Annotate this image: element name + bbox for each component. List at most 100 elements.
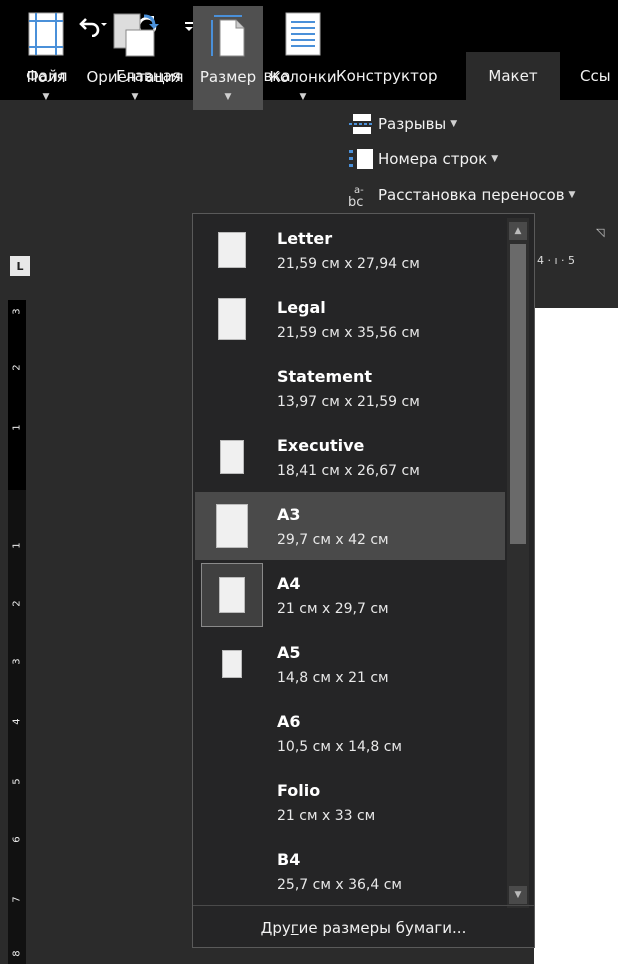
ruler-number: 8 — [11, 950, 23, 957]
paper-thumb-wrap — [201, 701, 263, 765]
hyphenation-button[interactable]: a-bc Расстановка переносов ▼ — [348, 181, 575, 209]
paper-thumb-wrap — [201, 494, 263, 558]
hyphenation-label: Расстановка переносов — [378, 186, 565, 204]
size-icon — [208, 12, 248, 62]
more-paper-sizes-button[interactable]: Другие размеры бумаги... — [193, 910, 534, 946]
paper-thumb-wrap — [201, 287, 263, 351]
page-icon — [222, 650, 242, 678]
more-sizes-accel: г — [290, 919, 299, 937]
ruler-margin — [8, 300, 26, 490]
ruler-number: 3 — [11, 658, 23, 665]
paper-size-item-folio[interactable]: Folio 21 см x 33 см — [195, 768, 505, 836]
paper-size-dimensions: 21 см x 29,7 см — [277, 601, 389, 617]
chevron-down-icon: ▼ — [42, 92, 50, 102]
paper-size-name: Folio — [277, 781, 321, 800]
chevron-down-icon: ▼ — [131, 92, 139, 102]
paper-thumb-wrap — [201, 839, 263, 903]
paper-size-item-a4[interactable]: A4 21 см x 29,7 см — [195, 561, 505, 629]
ruler-number: 2 — [11, 364, 23, 371]
tab-selector-icon[interactable]: L — [10, 256, 30, 276]
tab-layout[interactable]: Макет — [466, 52, 560, 100]
paper-size-name: B4 — [277, 850, 301, 869]
paper-size-name: A3 — [277, 505, 301, 524]
paper-size-name: Executive — [277, 436, 365, 455]
orientation-button[interactable]: Ориентация ▼ — [82, 6, 188, 110]
page-icon — [216, 504, 248, 548]
page-icon — [219, 577, 245, 613]
chevron-down-icon: ▼ — [450, 119, 458, 129]
scroll-up-icon[interactable]: ▲ — [509, 222, 527, 240]
chevron-down-icon: ▼ — [299, 92, 307, 102]
paper-size-dropdown: Letter 21,59 см x 27,94 см Legal 21,59 с… — [192, 213, 535, 948]
ruler-number: 1 — [11, 424, 23, 431]
dropdown-scrollbar[interactable]: ▲ ▼ — [507, 218, 529, 908]
paper-size-item-b4[interactable]: B4 25,7 см x 36,4 см — [195, 837, 505, 905]
ruler-number: 4 — [11, 718, 23, 725]
paper-size-dimensions: 29,7 см x 42 см — [277, 532, 389, 548]
chevron-down-icon: ▼ — [224, 92, 232, 102]
paper-size-item-a5[interactable]: A5 14,8 см x 21 см — [195, 630, 505, 698]
orientation-icon — [110, 12, 160, 62]
paper-thumb-wrap — [201, 425, 263, 489]
ruler-number: 7 — [11, 896, 23, 903]
margins-icon — [28, 12, 64, 60]
paper-thumb-wrap — [201, 356, 263, 420]
columns-button[interactable]: Колонки ▼ — [264, 6, 342, 110]
columns-label: Колонки — [269, 68, 337, 86]
paper-size-item-a3[interactable]: A3 29,7 см x 42 см — [195, 492, 505, 560]
tab-references[interactable]: Ссы — [580, 52, 611, 100]
dialog-launcher-icon[interactable]: ◹ — [596, 226, 604, 239]
vertical-ruler: 3 2 1 1 2 3 4 5 6 7 8 — [8, 300, 26, 964]
paper-size-name: A6 — [277, 712, 301, 731]
paper-thumb-wrap — [201, 218, 263, 282]
paper-size-item-legal[interactable]: Legal 21,59 см x 35,56 см — [195, 285, 505, 353]
line-numbers-button[interactable]: Номера строк ▼ — [348, 145, 498, 173]
paper-size-item-a6[interactable]: A6 10,5 см x 14,8 см — [195, 699, 505, 767]
margins-label: Поля — [26, 68, 66, 86]
hyphenation-icon: a-bc — [348, 183, 374, 207]
size-button[interactable]: Размер ▼ — [193, 6, 263, 110]
paper-size-name: Statement — [277, 367, 373, 386]
paper-thumb-wrap — [201, 563, 263, 627]
paper-size-dimensions: 21,59 см x 27,94 см — [277, 256, 420, 272]
breaks-button[interactable]: Разрывы ▼ — [348, 110, 457, 138]
ruler-number: 5 — [11, 778, 23, 785]
paper-size-dimensions: 10,5 см x 14,8 см — [277, 739, 402, 755]
paper-thumb-wrap — [201, 632, 263, 696]
tab-design[interactable]: Конструктор — [336, 52, 438, 100]
paper-size-item-statement[interactable]: Statement 13,97 см x 21,59 см — [195, 354, 505, 422]
paper-size-item-executive[interactable]: Executive 18,41 см x 26,67 см — [195, 423, 505, 491]
page-icon — [220, 440, 244, 474]
paper-size-dimensions: 21 см x 33 см — [277, 808, 376, 824]
paper-thumb-wrap — [201, 770, 263, 834]
chevron-down-icon: ▼ — [491, 154, 499, 164]
line-numbers-label: Номера строк — [378, 150, 488, 168]
paper-size-name: Legal — [277, 298, 326, 317]
dropdown-divider — [193, 905, 534, 906]
page-icon — [218, 298, 246, 340]
paper-size-name: Letter — [277, 229, 333, 248]
more-sizes-text: ие размеры бумаги... — [298, 919, 467, 937]
breaks-icon — [348, 113, 374, 135]
paper-size-name: A5 — [277, 643, 301, 662]
breaks-label: Разрывы — [378, 115, 447, 133]
ruler-number: 6 — [11, 836, 23, 843]
margins-button[interactable]: Поля ▼ — [18, 6, 74, 110]
line-numbers-icon — [348, 148, 374, 170]
paper-size-dimensions: 13,97 см x 21,59 см — [277, 394, 420, 410]
horizontal-ruler: · 4 · ı · 5 — [530, 254, 576, 267]
scrollbar-thumb[interactable] — [510, 244, 526, 544]
paper-size-item-letter[interactable]: Letter 21,59 см x 27,94 см — [195, 216, 505, 284]
document-page[interactable] — [534, 308, 618, 964]
paper-size-dimensions: 25,7 см x 36,4 см — [277, 877, 402, 893]
size-label: Размер — [199, 68, 257, 86]
ruler-number: 2 — [11, 600, 23, 607]
orientation-label: Ориентация — [86, 68, 184, 86]
scroll-down-icon[interactable]: ▼ — [509, 886, 527, 904]
paper-size-dimensions: 18,41 см x 26,67 см — [277, 463, 420, 479]
page-icon — [218, 232, 246, 268]
chevron-down-icon: ▼ — [568, 190, 576, 200]
more-sizes-text: Дру — [260, 919, 291, 937]
paper-size-dimensions: 21,59 см x 35,56 см — [277, 325, 420, 341]
ruler-number: 1 — [11, 542, 23, 549]
